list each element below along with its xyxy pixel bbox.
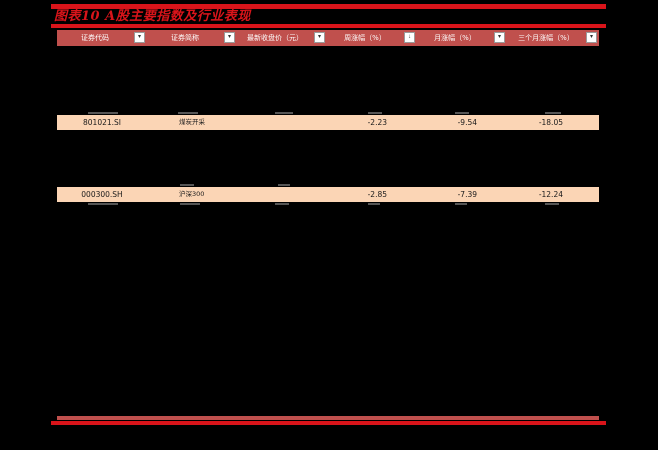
cell-three-month-change: -18.05 <box>538 118 563 127</box>
hidden-row-fragment <box>545 203 559 205</box>
column-header-three-month: 三个月涨幅（%） ▾ <box>507 30 599 46</box>
hidden-row-fragment <box>368 203 380 205</box>
filter-dropdown-icon[interactable]: ▾ <box>224 32 235 43</box>
column-header-label: 最新收盘价（元） <box>247 34 303 42</box>
filter-dropdown-icon[interactable]: ▾ <box>314 32 325 43</box>
cell-close <box>237 115 327 130</box>
sort-descending-icon[interactable]: ↓ <box>404 32 415 43</box>
cell-week-change: -2.23 <box>367 118 387 127</box>
cell-close <box>237 187 327 202</box>
column-header-close: 最新收盘价（元） ▾ <box>237 30 327 46</box>
title-underline-rule <box>51 24 606 28</box>
filter-dropdown-icon[interactable]: ▾ <box>134 32 145 43</box>
hidden-row-fragment <box>88 203 118 205</box>
column-header-code: 证券代码 ▾ <box>57 30 147 46</box>
column-header-label: 周涨幅（%） <box>344 34 386 42</box>
hidden-row-fragment <box>180 203 200 205</box>
hidden-row-fragment <box>178 112 198 114</box>
cell-month-change: -7.39 <box>457 190 477 199</box>
hidden-row-fragment <box>88 112 118 114</box>
cell-code: 000300.SH <box>81 190 123 199</box>
column-header-label: 三个月涨幅（%） <box>518 34 574 42</box>
hidden-row-fragment <box>275 203 289 205</box>
table-footer-strip <box>57 416 599 420</box>
hidden-row-fragment <box>545 112 561 114</box>
hidden-row-fragment <box>180 184 194 186</box>
column-header-label: 月涨幅（%） <box>434 34 476 42</box>
cell-week-change: -2.85 <box>367 190 387 199</box>
hidden-row-fragment <box>368 112 382 114</box>
hidden-row-fragment <box>455 203 467 205</box>
column-header-name: 证券简称 ▾ <box>147 30 237 46</box>
hidden-row-fragment <box>275 112 293 114</box>
column-header-month: 月涨幅（%） ▾ <box>417 30 507 46</box>
table-header-row: 证券代码 ▾ 证券简称 ▾ 最新收盘价（元） ▾ 周涨幅（%） ↓ 月涨幅（%）… <box>57 30 599 46</box>
hidden-row-fragment <box>278 184 290 186</box>
filter-dropdown-icon[interactable]: ▾ <box>494 32 505 43</box>
table-row[interactable]: 801021.SI 煤炭开采 -2.23 -9.54 -18.05 <box>57 115 599 130</box>
cell-month-change: -9.54 <box>457 118 477 127</box>
table-row[interactable]: 000300.SH 沪深300 -2.85 -7.39 -12.24 <box>57 187 599 202</box>
column-header-label: 证券代码 <box>81 34 109 42</box>
cell-name: 煤炭开采 <box>179 118 205 126</box>
bottom-red-rule <box>51 421 606 425</box>
cell-code: 801021.SI <box>83 118 121 127</box>
cell-name: 沪深300 <box>179 190 205 198</box>
filter-dropdown-icon[interactable]: ▾ <box>586 32 597 43</box>
cell-three-month-change: -12.24 <box>538 190 563 199</box>
hidden-row-fragment <box>455 112 469 114</box>
column-header-label: 证券简称 <box>171 34 199 42</box>
column-header-week: 周涨幅（%） ↓ <box>327 30 417 46</box>
